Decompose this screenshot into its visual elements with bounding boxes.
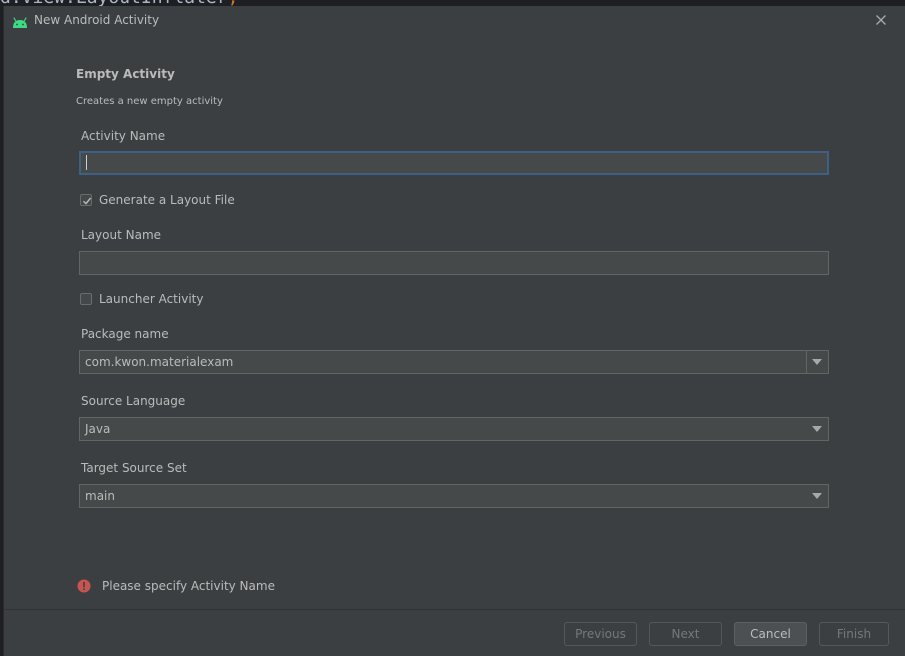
error-text: Please specify Activity Name [102, 579, 275, 593]
activity-name-input[interactable] [79, 151, 829, 175]
chevron-down-icon[interactable] [807, 418, 828, 440]
finish-button[interactable]: Finish [819, 622, 889, 646]
target-source-set-value: main [85, 489, 115, 503]
package-name-value: com.kwon.materialexam [85, 355, 234, 369]
new-android-activity-dialog: New Android Activity Empty Activity Crea… [3, 6, 905, 656]
source-language-select[interactable]: Java [79, 417, 829, 441]
previous-button[interactable]: Previous [564, 622, 637, 646]
text-caret [86, 155, 87, 170]
close-icon[interactable] [873, 12, 889, 28]
activity-name-label: Activity Name [81, 129, 166, 143]
generate-layout-label: Generate a Layout File [99, 193, 235, 207]
android-icon [12, 14, 28, 28]
launcher-activity-checkbox[interactable] [80, 293, 92, 305]
cancel-button[interactable]: Cancel [734, 622, 807, 646]
layout-name-label: Layout Name [81, 228, 162, 242]
launcher-activity-label: Launcher Activity [99, 292, 204, 306]
package-name-combo[interactable]: com.kwon.materialexam [79, 350, 829, 374]
dialog-title: New Android Activity [34, 13, 160, 27]
screen: d.View.LayoutInflater; New Android Activ… [0, 0, 905, 656]
next-button[interactable]: Next [649, 622, 722, 646]
check-icon [83, 197, 92, 205]
error-icon [77, 578, 91, 593]
dialog-titlebar: New Android Activity [4, 6, 905, 36]
generate-layout-checkbox[interactable] [80, 194, 92, 206]
source-language-label: Source Language [81, 394, 186, 408]
chevron-down-icon[interactable] [806, 351, 828, 373]
package-name-label: Package name [81, 327, 169, 341]
chevron-down-icon[interactable] [807, 485, 828, 507]
footer-divider [4, 609, 905, 610]
target-source-set-label: Target Source Set [81, 461, 187, 475]
source-language-value: Java [85, 422, 111, 436]
template-description: Creates a new empty activity [76, 96, 223, 107]
layout-name-input[interactable] [79, 251, 829, 275]
target-source-set-select[interactable]: main [79, 484, 829, 508]
template-heading: Empty Activity [76, 67, 175, 81]
